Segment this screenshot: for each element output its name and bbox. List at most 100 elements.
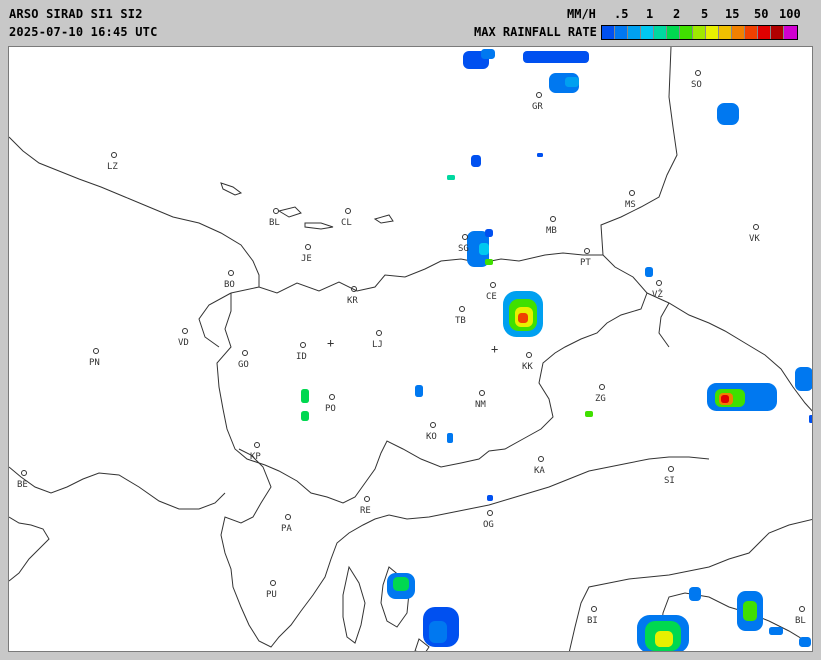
- city-lz: LZ: [107, 152, 118, 172]
- legend-tick-2: 2: [673, 7, 681, 21]
- city-dot: [799, 606, 805, 612]
- city-dot: [459, 306, 465, 312]
- city-dot: [364, 496, 370, 502]
- rain-echo-39: [743, 601, 757, 621]
- city-kk: KK: [522, 352, 533, 372]
- scale-swatch-5: [667, 26, 680, 39]
- city-dot: [21, 470, 27, 476]
- hungary-croatia-inner: [658, 302, 670, 348]
- city-dot: [584, 248, 590, 254]
- austria-hungary-border: [600, 47, 678, 256]
- city-bo: BO: [224, 270, 235, 290]
- rain-echo-31: [393, 577, 409, 591]
- city-label: BO: [224, 280, 235, 290]
- city-label: OG: [483, 520, 494, 530]
- city-dot: [526, 352, 532, 358]
- city-label: LZ: [107, 162, 118, 172]
- city-label: PU: [266, 590, 277, 600]
- city-pt: PT: [580, 248, 591, 268]
- scale-swatch-8: [706, 26, 719, 39]
- rain-echo-27: [447, 433, 453, 443]
- rain-echo-24: [301, 389, 309, 403]
- city-label: PN: [89, 358, 100, 368]
- river-1: [277, 206, 302, 218]
- city-label: GO: [238, 360, 249, 370]
- city-je: JE: [301, 244, 312, 264]
- rain-echo-36: [655, 631, 673, 647]
- header-bar: ARSO SIRAD SI1 SI2 2025-07-10 16:45 UTC …: [0, 0, 821, 46]
- city-label: VD: [178, 338, 189, 348]
- city-pa: PA: [281, 514, 292, 534]
- crosshair-marks: + +: [327, 336, 498, 356]
- city-po: PO: [325, 394, 336, 414]
- city-re: RE: [360, 496, 371, 516]
- rain-echo-1: [481, 49, 495, 59]
- city-dot: [270, 580, 276, 586]
- city-label: RE: [360, 506, 371, 516]
- city-dot: [93, 348, 99, 354]
- rain-echo-2: [523, 51, 589, 63]
- city-label: KR: [347, 296, 358, 306]
- rain-echo-10: [479, 243, 489, 255]
- rainfall-rate-label: MAX RAINFALL RATE: [474, 25, 597, 39]
- city-label: PA: [281, 524, 292, 534]
- scale-swatch-10: [732, 26, 745, 39]
- radar-site-mark-1: +: [327, 336, 334, 350]
- istria-west: [9, 516, 50, 582]
- lake-3: [373, 214, 394, 224]
- city-dot: [538, 456, 544, 462]
- rain-echo-26: [415, 385, 423, 397]
- scale-swatch-6: [680, 26, 693, 39]
- border-lines: [9, 47, 812, 651]
- radar-map[interactable]: + + LZ BL CL GR SO MB MS VK SG JE BO KR CE PT VŽ TB VD LJ…: [8, 46, 813, 652]
- scale-swatch-12: [758, 26, 771, 39]
- product-title: ARSO SIRAD SI1 SI2: [9, 7, 143, 21]
- city-dot: [376, 330, 382, 336]
- city-go: GO: [238, 350, 249, 370]
- city-og: OG: [483, 510, 494, 530]
- city-dot: [591, 606, 597, 612]
- map-canvas[interactable]: + + LZ BL CL GR SO MB MS VK SG JE BO KR CE PT VŽ TB VD LJ…: [9, 47, 813, 652]
- island-cres: [342, 565, 366, 644]
- croatia-inner-border: [388, 456, 710, 520]
- city-bl: BL: [795, 606, 806, 626]
- city-dot: [273, 208, 279, 214]
- precipitation-echoes: [301, 49, 812, 651]
- city-label: SG: [458, 244, 469, 254]
- city-dot: [254, 442, 260, 448]
- rain-echo-17: [645, 267, 653, 277]
- city-label: NM: [475, 400, 486, 410]
- city-ce: CE: [486, 282, 497, 302]
- rain-echo-16: [518, 313, 528, 323]
- scale-swatch-7: [693, 26, 706, 39]
- city-so: SO: [691, 70, 702, 90]
- city-dot: [550, 216, 556, 222]
- slovenia-north-border: [230, 252, 603, 294]
- rain-echo-11: [485, 259, 493, 265]
- rain-echo-8: [537, 153, 543, 157]
- city-label: KA: [534, 466, 545, 476]
- city-label: CL: [341, 218, 352, 228]
- rain-echo-12: [485, 229, 493, 237]
- city-dot: [668, 466, 674, 472]
- rain-echo-23: [809, 415, 812, 423]
- city-label: SO: [691, 80, 702, 90]
- city-pu: PU: [266, 580, 277, 600]
- city-dot: [430, 422, 436, 428]
- italy-austria-border: [9, 136, 260, 287]
- city-label: ZG: [595, 394, 606, 404]
- rain-echo-4: [565, 77, 579, 87]
- scale-swatch-3: [641, 26, 654, 39]
- city-label: JE: [301, 254, 312, 264]
- city-vž: VŽ: [652, 280, 663, 300]
- city-dot: [629, 190, 635, 196]
- rain-echo-25: [301, 411, 309, 421]
- units-label: MM/H: [567, 7, 596, 21]
- rain-echo-22: [795, 367, 812, 391]
- rain-echo-21: [721, 395, 729, 403]
- rain-echo-33: [429, 621, 447, 643]
- city-dot: [242, 350, 248, 356]
- lake-1: [220, 182, 243, 196]
- city-label: VŽ: [652, 288, 663, 300]
- city-label: BL: [269, 218, 280, 228]
